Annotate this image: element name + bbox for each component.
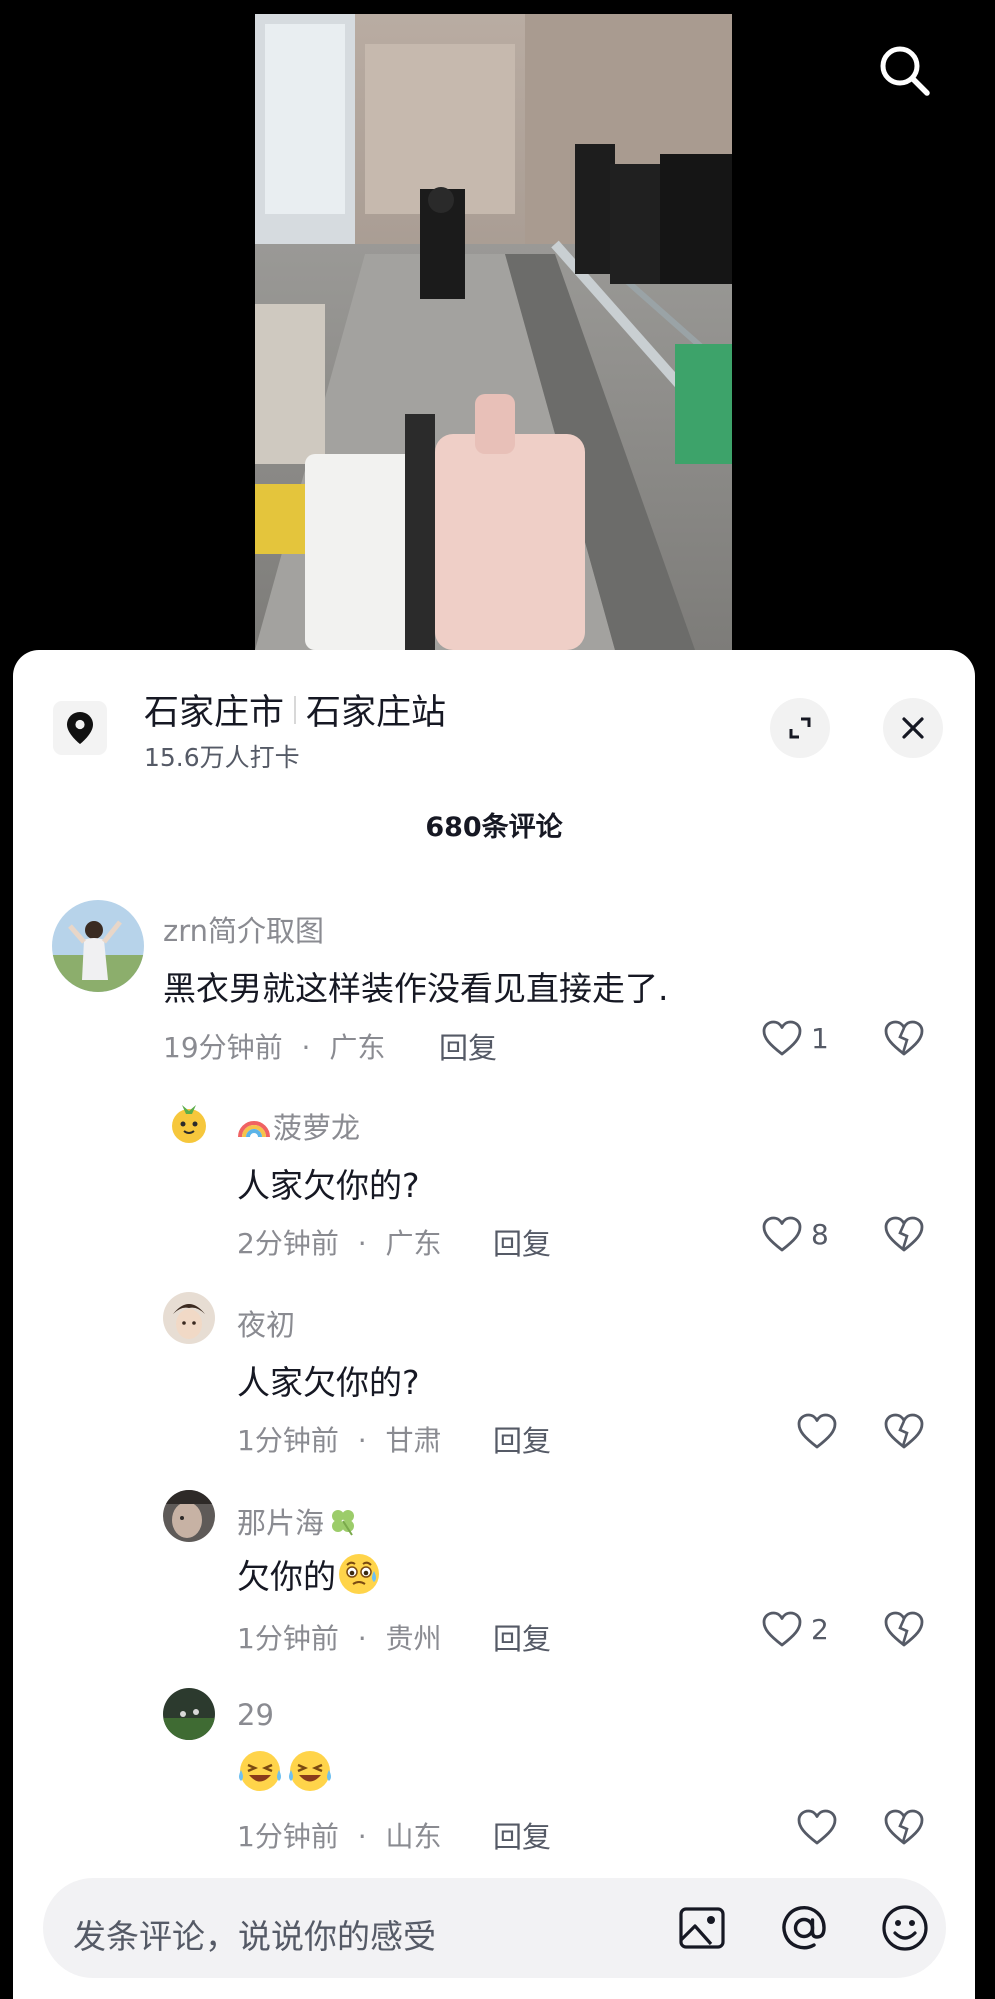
- like-button[interactable]: 2: [761, 1610, 829, 1648]
- comment-time: 1分钟前: [237, 1820, 339, 1853]
- like-count: 1: [811, 1021, 829, 1055]
- comment-time: 19分钟前: [163, 1031, 283, 1064]
- close-icon: [902, 717, 924, 739]
- smiley-icon: [882, 1905, 928, 1951]
- app-screen: 石家庄市 石家庄站 15.6万人打卡 680条评论 zrn简介取图 黑衣男就这样…: [0, 0, 995, 1999]
- broken-heart-icon: [884, 1413, 924, 1449]
- sweat-face-emoji: [336, 1551, 382, 1597]
- avatar[interactable]: [163, 1095, 215, 1147]
- username-text: 那片海: [237, 1506, 325, 1540]
- comment-text: [237, 1748, 333, 1794]
- expand-button[interactable]: [770, 698, 830, 758]
- image-icon: [679, 1907, 725, 1949]
- comment-region: 广东: [385, 1227, 442, 1260]
- avatar[interactable]: [163, 1292, 215, 1344]
- comment-time: 1分钟前: [237, 1622, 339, 1655]
- meta-separator: ·: [357, 1424, 367, 1457]
- search-button[interactable]: [872, 38, 938, 104]
- dislike-button[interactable]: [883, 1610, 925, 1652]
- rainbow-icon: [237, 1111, 271, 1141]
- comment-sheet: 石家庄市 石家庄站 15.6万人打卡 680条评论 zrn简介取图 黑衣男就这样…: [13, 650, 975, 1999]
- reply-button[interactable]: 回复: [493, 1418, 551, 1460]
- comment-region: 广东: [329, 1031, 386, 1064]
- comment-username[interactable]: zrn简介取图: [163, 908, 324, 950]
- comment-text: 黑衣男就这样装作没看见直接走了.: [163, 969, 669, 1008]
- reply-button[interactable]: 回复: [493, 1814, 551, 1856]
- reply-button[interactable]: 回复: [439, 1025, 497, 1067]
- username-text: 菠萝龙: [273, 1111, 361, 1145]
- like-button[interactable]: 8: [761, 1215, 829, 1253]
- avatar[interactable]: [163, 1490, 215, 1542]
- like-count: 8: [811, 1217, 829, 1251]
- comment-username[interactable]: 29: [237, 1698, 274, 1732]
- search-icon: [880, 46, 930, 96]
- comment-meta: 1分钟前 · 山东: [237, 1815, 442, 1855]
- comment-input[interactable]: 发条评论，说说你的感受: [73, 1910, 436, 1958]
- avatar[interactable]: [163, 1688, 215, 1740]
- broken-heart-icon: [884, 1020, 924, 1056]
- dislike-button[interactable]: [883, 1019, 925, 1061]
- like-count: 2: [811, 1612, 829, 1646]
- meta-separator: ·: [357, 1227, 367, 1260]
- heart-icon: [762, 1216, 802, 1252]
- video-player[interactable]: [255, 14, 732, 650]
- location-checkins: 15.6万人打卡: [144, 743, 300, 772]
- comment-time: 2分钟前: [237, 1227, 339, 1260]
- comment-count: 680条评论: [425, 812, 563, 843]
- broken-heart-icon: [884, 1809, 924, 1845]
- clover-icon: [326, 1506, 360, 1536]
- comment-region: 贵州: [385, 1622, 442, 1655]
- location-divider: [294, 695, 297, 724]
- meta-separator: ·: [357, 1820, 367, 1853]
- heart-icon: [797, 1413, 837, 1449]
- avatar[interactable]: [52, 900, 144, 992]
- comment-meta: 1分钟前 · 贵州: [237, 1617, 442, 1657]
- dislike-button[interactable]: [883, 1808, 925, 1850]
- dislike-button[interactable]: [883, 1215, 925, 1257]
- comment-input-bar[interactable]: 发条评论，说说你的感受: [43, 1878, 946, 1978]
- meta-separator: ·: [357, 1622, 367, 1655]
- broken-heart-icon: [884, 1611, 924, 1647]
- at-icon: [782, 1905, 826, 1950]
- comment-meta: 1分钟前 · 甘肃: [237, 1419, 442, 1459]
- comment-region: 甘肃: [385, 1424, 442, 1457]
- location-pin-icon: [53, 701, 107, 755]
- comment-meta: 19分钟前 · 广东: [163, 1026, 385, 1066]
- laughing-tears-emoji: [237, 1748, 283, 1794]
- mention-button[interactable]: [778, 1902, 830, 1954]
- meta-separator: ·: [301, 1031, 311, 1064]
- comment-region: 山东: [385, 1820, 442, 1853]
- laughing-tears-emoji: [287, 1748, 333, 1794]
- heart-icon: [762, 1611, 802, 1647]
- dislike-button[interactable]: [883, 1412, 925, 1454]
- comment-username[interactable]: 夜初: [237, 1302, 295, 1344]
- comment-text-content: 欠你的: [237, 1557, 336, 1596]
- image-button[interactable]: [676, 1902, 728, 1954]
- reply-button[interactable]: 回复: [493, 1616, 551, 1658]
- like-button[interactable]: 1: [761, 1019, 829, 1057]
- comment-time: 1分钟前: [237, 1424, 339, 1457]
- comment-text: 欠你的: [237, 1550, 382, 1598]
- location-station: 石家庄站: [306, 693, 447, 733]
- heart-icon: [762, 1020, 802, 1056]
- close-button[interactable]: [883, 698, 943, 758]
- broken-heart-icon: [884, 1216, 924, 1252]
- like-button[interactable]: [796, 1412, 846, 1450]
- video-frame-image: [255, 14, 732, 650]
- like-button[interactable]: [796, 1808, 846, 1846]
- heart-icon: [797, 1809, 837, 1845]
- emoji-button[interactable]: [879, 1902, 931, 1954]
- comment-meta: 2分钟前 · 广东: [237, 1222, 442, 1262]
- location-title[interactable]: 石家庄市 石家庄站: [144, 684, 446, 735]
- reply-button[interactable]: 回复: [493, 1221, 551, 1263]
- comment-username[interactable]: 菠萝龙: [237, 1105, 360, 1147]
- comment-username[interactable]: 那片海: [237, 1500, 362, 1542]
- comment-text: 人家欠你的?: [237, 1166, 420, 1205]
- comment-text: 人家欠你的?: [237, 1363, 420, 1402]
- location-city: 石家庄市: [144, 693, 285, 733]
- expand-icon: [789, 717, 811, 739]
